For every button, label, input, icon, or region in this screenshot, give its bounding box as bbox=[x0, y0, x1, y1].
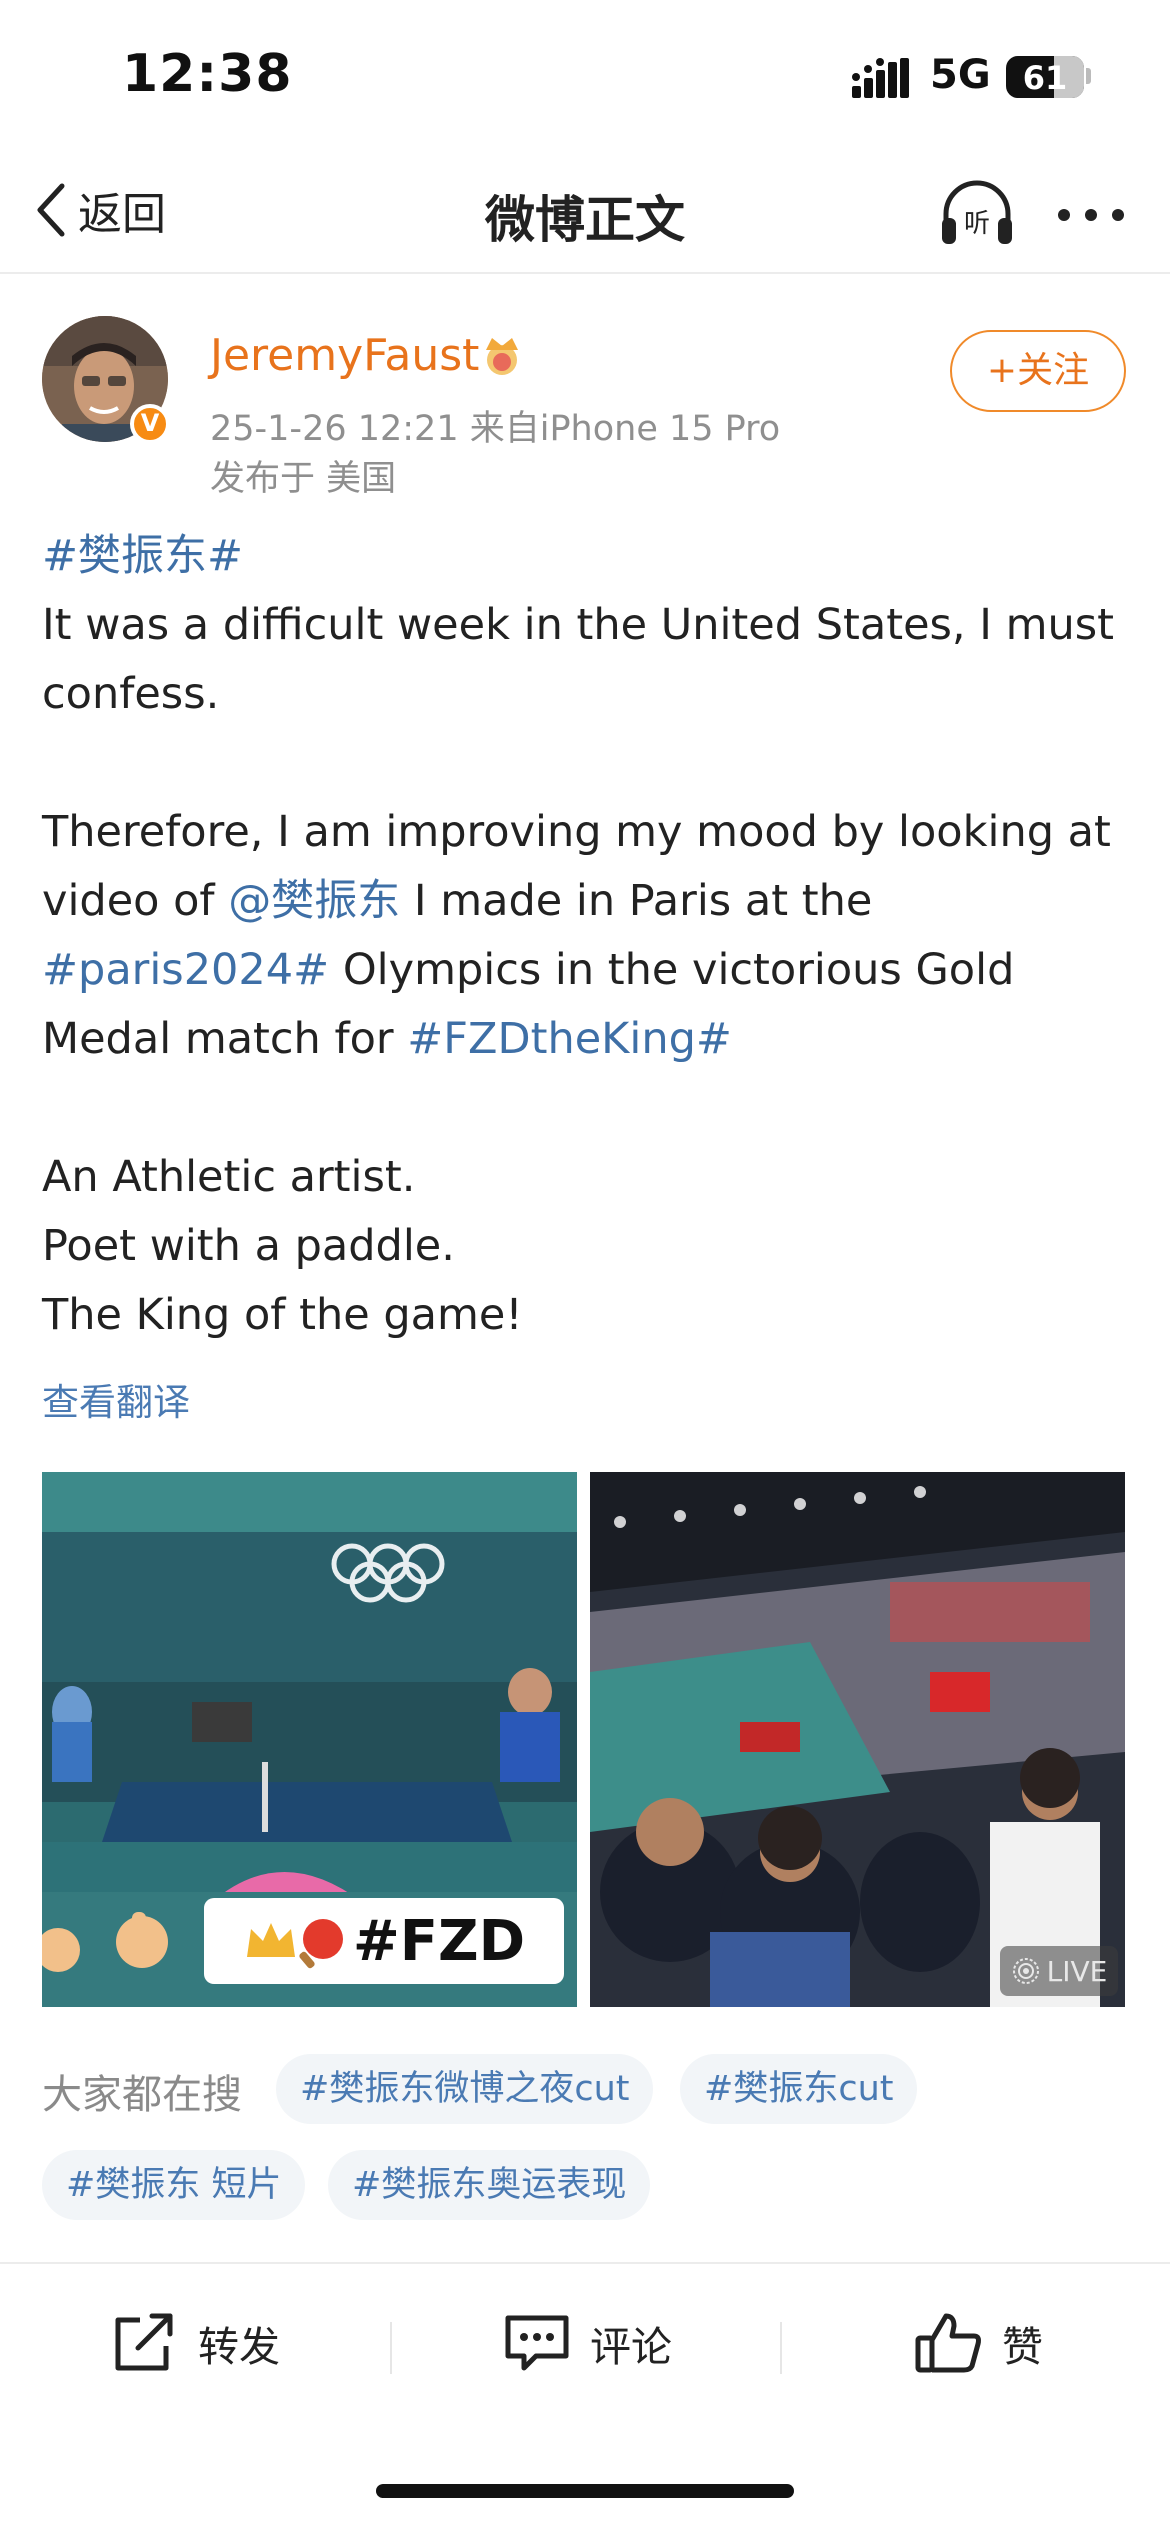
more-dots-icon[interactable] bbox=[1056, 200, 1126, 230]
hashtag-fzd[interactable]: #樊振东# bbox=[42, 531, 243, 581]
repost-share-icon bbox=[115, 2313, 173, 2371]
action-divider bbox=[390, 2322, 392, 2374]
comment-label: 评论 bbox=[590, 2323, 672, 2371]
live-photo-icon bbox=[1012, 1958, 1039, 1984]
live-label: LIVE bbox=[1046, 1954, 1108, 1988]
svg-text:听: 听 bbox=[964, 209, 990, 239]
live-photo-badge: LIVE bbox=[1000, 1946, 1118, 1996]
fzd-badge-text: #FZD bbox=[352, 1908, 526, 1974]
crown-icon bbox=[486, 338, 518, 375]
headphones-listen-icon[interactable]: 听 bbox=[938, 178, 1016, 248]
battery-tip bbox=[1086, 68, 1091, 84]
repost-button[interactable]: 转发 bbox=[110, 2308, 280, 2378]
battery-icon: 61 bbox=[1006, 56, 1084, 98]
post-image-left[interactable]: #FZD bbox=[42, 1472, 577, 2007]
post-line-1: It was a difficult week in the United St… bbox=[42, 600, 1115, 719]
author-name[interactable]: JeremyFaust bbox=[210, 330, 479, 381]
hot-search-tag-4[interactable]: #樊振东奥运表现 bbox=[328, 2150, 651, 2220]
repost-label: 转发 bbox=[198, 2323, 280, 2371]
post-line-4: Poet with a paddle. bbox=[42, 1221, 455, 1271]
nav-bar: 返回 微博正文 听 bbox=[0, 150, 1170, 274]
mention-fzd[interactable]: @樊振东 bbox=[228, 876, 400, 926]
action-bar: 转发 评论 赞 bbox=[0, 2262, 1170, 2422]
post-content: #樊振东# It was a difficult week in the Uni… bbox=[42, 522, 1132, 1350]
action-divider bbox=[780, 2322, 782, 2374]
hot-search-tag-3[interactable]: #樊振东 短片 bbox=[42, 2150, 306, 2220]
cellular-signal-icon bbox=[852, 58, 909, 98]
home-indicator bbox=[376, 2484, 794, 2498]
post-line-5: The King of the game! bbox=[42, 1290, 523, 1340]
thumbs-up-icon bbox=[915, 2313, 981, 2373]
post-paragraph-2: Therefore, I am improving my mood by loo… bbox=[42, 807, 1111, 1064]
post-timestamp-source: 25-1-26 12:21 来自iPhone 15 Pro bbox=[210, 409, 781, 449]
view-translation-link[interactable]: 查看翻译 bbox=[42, 1372, 190, 1426]
battery-percent: 61 bbox=[1022, 59, 1068, 97]
hot-search-tag-2[interactable]: #樊振东cut bbox=[680, 2054, 918, 2124]
post-image-right[interactable]: LIVE bbox=[590, 1472, 1125, 2007]
status-time: 12:38 bbox=[122, 44, 293, 104]
network-type: 5G bbox=[930, 52, 991, 98]
like-button[interactable]: 赞 bbox=[914, 2308, 1043, 2378]
like-label: 赞 bbox=[1002, 2323, 1043, 2371]
fzd-badge: #FZD bbox=[204, 1898, 564, 1984]
status-bar: 12:38 5G 61 bbox=[0, 0, 1170, 150]
hot-search-label: 大家都在搜 bbox=[42, 2072, 242, 2118]
crown-paddle-icon bbox=[246, 1919, 343, 1969]
verified-v-icon: V bbox=[130, 404, 170, 444]
hot-search-tag-1[interactable]: #樊振东微博之夜cut bbox=[276, 2054, 654, 2124]
post-line-3: An Athletic artist. bbox=[42, 1152, 416, 1202]
comment-bubble-icon bbox=[505, 2315, 569, 2371]
post-location: 发布于 美国 bbox=[210, 459, 397, 499]
follow-button[interactable]: +关注 bbox=[950, 330, 1126, 412]
comment-button[interactable]: 评论 bbox=[502, 2308, 672, 2378]
hashtag-fzdtheking[interactable]: #FZDtheKing# bbox=[407, 1014, 732, 1064]
arena-crowd-photo bbox=[590, 1472, 1125, 2007]
hashtag-paris2024[interactable]: #paris2024# bbox=[42, 945, 329, 995]
